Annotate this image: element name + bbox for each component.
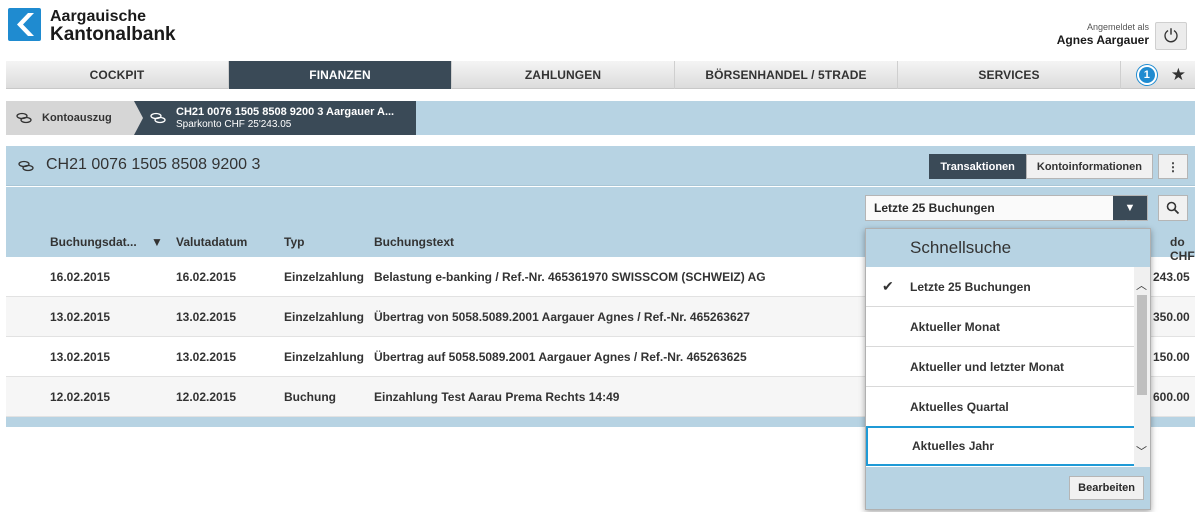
cell-value-date: 12.02.2015 [176, 390, 237, 404]
filter-bar: Letzte 25 Buchungen ▼ [6, 187, 1195, 227]
search-icon [1166, 201, 1180, 215]
period-select[interactable]: Letzte 25 Buchungen ▼ [865, 195, 1148, 221]
breadcrumb-kontoauszug[interactable]: Kontoauszug [6, 101, 134, 135]
chevron-down-icon[interactable]: ﹀ [1136, 443, 1147, 459]
cell-booking-date: 16.02.2015 [50, 270, 111, 284]
cell-type: Einzelzahlung [284, 310, 365, 324]
quicksearch-scrollbar[interactable]: ︿ ﹀ [1134, 267, 1150, 467]
main-navigation: COCKPIT FINANZEN ZAHLUNGEN BÖRSENHANDEL … [6, 61, 1195, 89]
col-type[interactable]: Typ [284, 235, 304, 249]
coins-icon [150, 112, 166, 124]
tab-boersenhandel[interactable]: BÖRSENHANDEL / 5TRADE [675, 61, 898, 89]
cell-balance: 243.05 [1153, 270, 1190, 284]
tab-cockpit[interactable]: COCKPIT [6, 61, 229, 89]
quicksearch-item-label: Aktuelles Quartal [910, 399, 1009, 414]
cell-value-date: 13.02.2015 [176, 310, 237, 324]
quicksearch-footer: Bearbeiten [866, 467, 1150, 509]
quicksearch-item[interactable]: Aktueller Monat [866, 307, 1136, 347]
breadcrumb-account-sub: Sparkonto CHF 25'243.05 [176, 118, 292, 130]
cell-text: Einzahlung Test Aarau Prema Rechts 14:49 [374, 390, 620, 404]
dropdown-arrow-icon[interactable]: ▼ [1113, 196, 1147, 220]
cell-value-date: 13.02.2015 [176, 350, 237, 364]
cell-type: Buchung [284, 390, 336, 404]
checkmark-icon: ✔ [882, 278, 894, 294]
tab-finanzen[interactable]: FINANZEN [229, 61, 452, 89]
quicksearch-dropdown: Schnellsuche ✔ Letzte 25 Buchungen Aktue… [865, 228, 1151, 510]
cell-balance: 150.00 [1153, 350, 1190, 364]
favorites-star-icon[interactable]: ★ [1171, 65, 1186, 85]
power-icon: ⏻ [1163, 25, 1179, 46]
period-select-value: Letzte 25 Buchungen [874, 201, 995, 215]
cell-text: Belastung e-banking / Ref.-Nr. 465361970… [374, 270, 766, 284]
quicksearch-item-label: Letzte 25 Buchungen [910, 279, 1031, 294]
user-name: Agnes Aargauer [1056, 33, 1149, 47]
breadcrumb-account-title: CH21 0076 1505 8508 9200 3 Aargauer A... [176, 105, 395, 118]
kebab-menu-icon: ⋮ [1167, 159, 1179, 174]
cell-balance: 600.00 [1153, 390, 1190, 404]
tab-zahlungen[interactable]: ZAHLUNGEN [452, 61, 675, 89]
account-info-button[interactable]: Kontoinformationen [1025, 154, 1153, 179]
quicksearch-item-label: Aktueller und letzter Monat [910, 359, 1065, 374]
quicksearch-item[interactable]: Aktuelles Quartal [866, 387, 1136, 427]
col-value-date[interactable]: Valutadatum [176, 235, 247, 249]
account-header: CH21 0076 1505 8508 9200 3 Transaktionen… [6, 146, 1195, 186]
cell-booking-date: 13.02.2015 [50, 350, 111, 364]
notification-badge[interactable]: 1 [1136, 64, 1157, 85]
scrollbar-thumb[interactable] [1137, 295, 1147, 395]
search-button[interactable] [1158, 195, 1188, 221]
breadcrumb-separator [134, 101, 143, 135]
transactions-button[interactable]: Transaktionen [929, 154, 1026, 179]
logo-mark-icon [8, 8, 41, 41]
col-text[interactable]: Buchungstext [374, 235, 454, 249]
cell-type: Einzelzahlung [284, 270, 365, 284]
more-options-button[interactable]: ⋮ [1158, 154, 1188, 179]
cell-balance: 350.00 [1153, 310, 1190, 324]
cell-text: Übertrag von 5058.5089.2001 Aargauer Agn… [374, 310, 750, 324]
account-iban: CH21 0076 1505 8508 9200 3 [46, 156, 261, 173]
quicksearch-item-label: Aktueller Monat [910, 319, 1001, 334]
cell-booking-date: 13.02.2015 [50, 310, 111, 324]
cell-value-date: 16.02.2015 [176, 270, 237, 284]
quicksearch-item[interactable]: ✔ Letzte 25 Buchungen [866, 267, 1136, 307]
cell-text: Übertrag auf 5058.5089.2001 Aargauer Agn… [374, 350, 747, 364]
logo-line2: Kantonalbank [50, 24, 176, 45]
quicksearch-item-label: Aktuelles Jahr [912, 439, 995, 453]
coins-icon [18, 159, 34, 172]
breadcrumb: Kontoauszug CH21 0076 1505 8508 9200 3 A… [6, 101, 1195, 135]
sort-desc-icon[interactable]: ▼ [151, 235, 163, 249]
edit-button[interactable]: Bearbeiten [1069, 476, 1144, 500]
quicksearch-title: Schnellsuche [866, 229, 1150, 267]
cell-type: Einzelzahlung [284, 350, 365, 364]
logged-in-label: Angemeldet als [1086, 22, 1149, 32]
cell-booking-date: 12.02.2015 [50, 390, 111, 404]
logout-button[interactable]: ⏻ [1155, 22, 1187, 50]
breadcrumb-kontoauszug-label: Kontoauszug [42, 112, 112, 124]
chevron-up-icon[interactable]: ︿ [1136, 277, 1147, 293]
view-toggle: Transaktionen Kontoinformationen [929, 154, 1153, 179]
col-booking-date[interactable]: Buchungsdat... [50, 235, 137, 249]
coins-icon [16, 112, 32, 124]
tab-services[interactable]: SERVICES [898, 61, 1121, 89]
breadcrumb-account[interactable]: CH21 0076 1505 8508 9200 3 Aargauer A...… [134, 101, 416, 135]
user-info: Angemeldet als Agnes Aargauer [1057, 22, 1149, 47]
quicksearch-item[interactable]: Aktuelles Jahr [866, 426, 1136, 466]
quicksearch-item[interactable]: Aktueller und letzter Monat [866, 347, 1136, 387]
bank-logo[interactable]: Aargauische Kantonalbank [8, 8, 176, 44]
